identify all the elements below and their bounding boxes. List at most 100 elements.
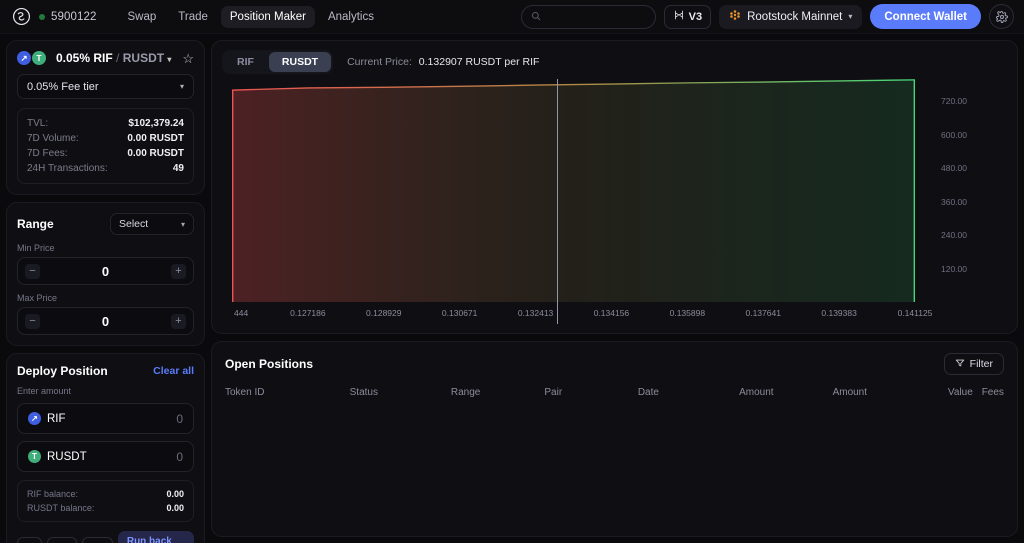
main-content: RIF RUSDT Current Price: 0.132907 RUSDT … — [211, 40, 1018, 537]
pair-base: 0.05% RIF — [56, 51, 113, 65]
rif-token-icon: ↗ — [28, 412, 41, 425]
balance-row-rif: RIF balance: 0.00 — [27, 487, 184, 501]
search-box[interactable] — [520, 4, 656, 29]
amount-value[interactable]: 0 — [176, 412, 183, 426]
stat-key: 24H Transactions: — [27, 163, 108, 174]
nav-item-trade[interactable]: Trade — [169, 6, 217, 28]
range-header: Range Select ▾ — [17, 213, 194, 235]
star-icon[interactable]: ☆ — [182, 52, 194, 65]
search-input[interactable] — [546, 10, 646, 23]
min-price-increment-button[interactable]: + — [171, 263, 186, 279]
network-selector-button[interactable]: Rootstock Mainnet ▾ — [719, 4, 863, 29]
x-axis-tick: 0.137641 — [745, 308, 781, 318]
network-label: Rootstock Mainnet — [747, 10, 843, 23]
nav-item-swap[interactable]: Swap — [118, 6, 165, 28]
amount-input-rif[interactable]: ↗ RIF 0 — [17, 403, 194, 434]
version-badge-button[interactable]: V3 — [663, 4, 712, 29]
x-axis-labels: 444 0.127186 0.128929 0.130671 0.132413 0.134… — [222, 304, 932, 324]
fee-tier-label: 0.05% Fee tier — [27, 80, 99, 93]
balance-key: RIF balance: — [27, 489, 79, 499]
backtest-chip-90d[interactable]: 90d — [82, 536, 113, 543]
max-price-decrement-button[interactable]: − — [25, 313, 40, 329]
min-price-decrement-button[interactable]: − — [25, 263, 40, 279]
range-preset-select[interactable]: Select ▾ — [110, 213, 194, 235]
deploy-title: Deploy Position — [17, 364, 108, 378]
main-nav: Swap Trade Position Maker Analytics — [118, 5, 383, 28]
nav-item-analytics[interactable]: Analytics — [319, 6, 383, 28]
amount-input-rusdt[interactable]: T RUSDT 0 — [17, 441, 194, 472]
max-price-value[interactable]: 0 — [40, 314, 171, 329]
stat-key: 7D Volume: — [27, 133, 79, 144]
stat-value: 0.00 RUSDT — [127, 133, 184, 144]
sidebar: ↗ T 0.05% RIF / RUSDT ▾ ☆ 0.05% Fee tier… — [6, 40, 205, 543]
stat-row-transactions: 24H Transactions: 49 — [27, 161, 184, 176]
x-axis-tick: 0.128929 — [366, 308, 402, 318]
table-column-header: Status — [349, 387, 378, 398]
backtest-row: 7d 30d 90d Run back tests — [17, 531, 194, 543]
header-actions: V3 Rootstock Mainnet ▾ Connect Wallet — [520, 4, 1014, 29]
enter-amount-label: Enter amount — [17, 386, 72, 396]
fee-tier-select[interactable]: 0.05% Fee tier ▾ — [17, 74, 194, 99]
top-header: 5900122 Swap Trade Position Maker Analyt… — [0, 0, 1024, 34]
run-back-tests-button[interactable]: Run back tests — [117, 531, 194, 543]
chevron-down-icon: ▾ — [167, 55, 172, 64]
y-axis-tick: 120.00 — [941, 263, 967, 274]
table-column-header: Pair — [544, 387, 563, 398]
liquidity-chart-card: RIF RUSDT Current Price: 0.132907 RUSDT … — [211, 40, 1018, 334]
max-price-increment-button[interactable]: + — [171, 313, 186, 329]
balance-key: RUSDT balance: — [27, 503, 95, 513]
rif-token-icon: ↗ — [17, 51, 31, 65]
connect-wallet-button[interactable]: Connect Wallet — [870, 4, 981, 29]
stat-value: 0.00 RUSDT — [127, 148, 184, 159]
nav-item-position-maker[interactable]: Position Maker — [220, 5, 315, 28]
rusdt-token-icon: T — [28, 450, 41, 463]
x-axis-tick: 444 — [234, 308, 249, 318]
range-card: Range Select ▾ Min Price − 0 + Max Price… — [6, 202, 205, 346]
current-price-value: 0.132907 RUSDT per RIF — [418, 56, 540, 68]
version-badge-label: V3 — [688, 10, 703, 23]
filter-label: Filter — [969, 358, 993, 370]
app-root: 5900122 Swap Trade Position Maker Analyt… — [0, 0, 1024, 543]
table-column-header: Token ID — [225, 387, 265, 398]
current-price-marker-line — [557, 79, 559, 324]
pair-header[interactable]: ↗ T 0.05% RIF / RUSDT ▾ ☆ — [17, 51, 194, 65]
plot-wrap: 720.00 600.00 480.00 360.00 240.00 120.00 444… — [222, 79, 1007, 324]
min-price-value[interactable]: 0 — [40, 264, 171, 279]
chart-toolbar: RIF RUSDT Current Price: 0.132907 RUSDT … — [222, 50, 1007, 74]
stat-value: $102,379.24 — [128, 118, 184, 129]
deploy-position-card: Deploy Position Clear all Enter amount ↗… — [6, 353, 205, 543]
range-title: Range — [17, 217, 54, 231]
y-axis-tick: 600.00 — [941, 129, 967, 140]
min-price-stepper[interactable]: − 0 + — [17, 257, 194, 285]
pool-info-card: ↗ T 0.05% RIF / RUSDT ▾ ☆ 0.05% Fee tier… — [6, 40, 205, 195]
clear-all-button[interactable]: Clear all — [153, 365, 194, 377]
filter-icon — [955, 358, 965, 371]
table-column-header: Amount — [739, 387, 774, 398]
denomination-toggle: RIF RUSDT — [222, 50, 334, 74]
denom-option-rif[interactable]: RIF — [224, 52, 267, 72]
amount-value[interactable]: 0 — [176, 450, 183, 464]
y-axis-tick: 720.00 — [941, 96, 967, 107]
y-axis-labels: 720.00 600.00 480.00 360.00 240.00 120.00 — [919, 79, 1007, 302]
backtest-chip-7d[interactable]: 7d — [17, 536, 43, 543]
table-column-header: Amount — [832, 387, 868, 398]
pair-separator: / — [116, 51, 120, 65]
table-column-header: Value — [947, 387, 973, 398]
body: ↗ T 0.05% RIF / RUSDT ▾ ☆ 0.05% Fee tier… — [0, 34, 1024, 543]
max-price-stepper[interactable]: − 0 + — [17, 307, 194, 335]
x-axis-tick: 0.135898 — [669, 308, 706, 318]
current-price: Current Price: 0.132907 RUSDT per RIF — [347, 56, 539, 68]
filter-button[interactable]: Filter — [943, 353, 1004, 375]
amount-token-symbol: RUSDT — [47, 450, 87, 463]
x-axis-tick: 0.130671 — [441, 308, 478, 318]
denom-option-rusdt[interactable]: RUSDT — [268, 52, 332, 72]
stat-key: TVL: — [27, 118, 49, 129]
table-column-header: Date — [637, 387, 659, 398]
spiral-logo-icon[interactable] — [12, 7, 31, 26]
amount-token-symbol: RIF — [47, 412, 66, 425]
open-positions-header: Open Positions Filter — [225, 353, 1004, 375]
gear-icon[interactable] — [989, 4, 1014, 29]
backtest-chip-30d[interactable]: 30d — [47, 536, 78, 543]
liquidity-area-chart[interactable] — [231, 79, 916, 302]
search-icon — [531, 8, 541, 26]
